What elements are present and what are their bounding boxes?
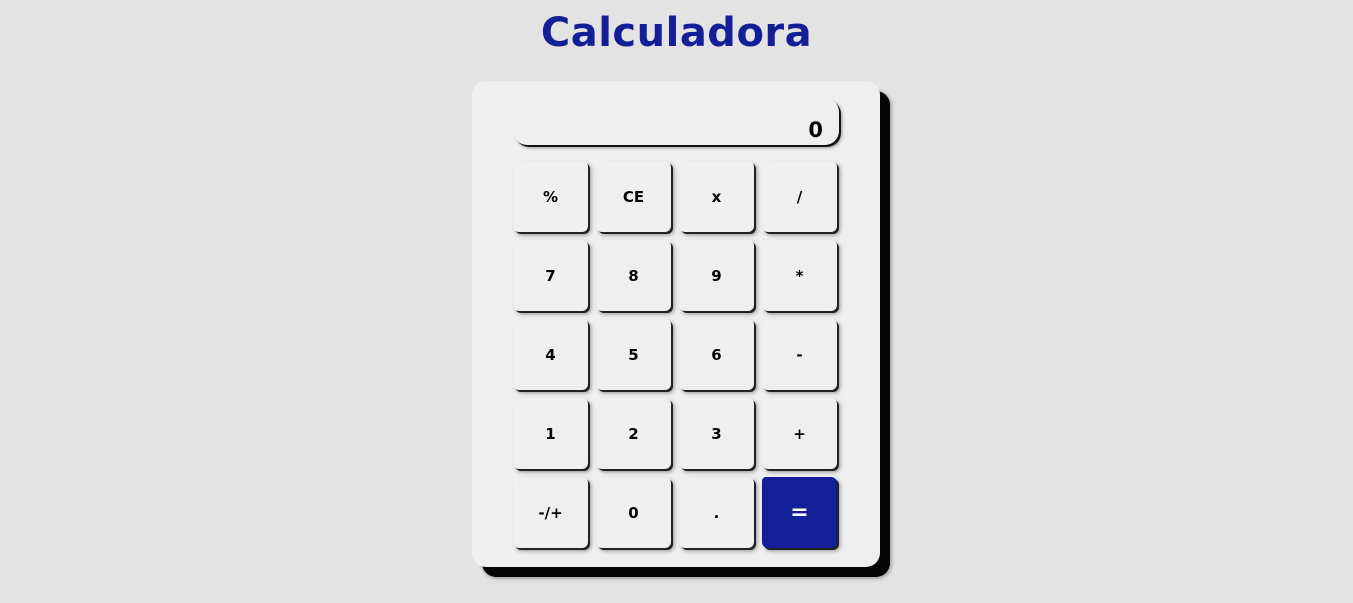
digit-4-key[interactable]: 4 xyxy=(513,319,588,390)
add-key[interactable]: + xyxy=(762,398,837,469)
digit-0-key[interactable]: 0 xyxy=(596,477,671,548)
digit-7-key[interactable]: 7 xyxy=(513,240,588,311)
digit-5-key[interactable]: 5 xyxy=(596,319,671,390)
digit-8-key[interactable]: 8 xyxy=(596,240,671,311)
percent-key[interactable]: % xyxy=(513,161,588,232)
digit-2-key[interactable]: 2 xyxy=(596,398,671,469)
clear-entry-key[interactable]: CE xyxy=(596,161,671,232)
page-title: Calculadora xyxy=(540,10,813,56)
toggle-sign-key[interactable]: -/+ xyxy=(513,477,588,548)
subtract-key[interactable]: - xyxy=(762,319,837,390)
digit-9-key[interactable]: 9 xyxy=(679,240,754,311)
digit-3-key[interactable]: 3 xyxy=(679,398,754,469)
multiply-key[interactable]: * xyxy=(762,240,837,311)
x-key[interactable]: x xyxy=(679,161,754,232)
decimal-key[interactable]: . xyxy=(679,477,754,548)
divide-key[interactable]: / xyxy=(762,161,837,232)
calculator-panel: 0 % CE x / 7 8 9 * 4 5 6 - 1 2 3 + -/+ 0… xyxy=(472,81,880,567)
equals-key[interactable]: = xyxy=(762,477,837,548)
digit-6-key[interactable]: 6 xyxy=(679,319,754,390)
keypad: % CE x / 7 8 9 * 4 5 6 - 1 2 3 + -/+ 0 .… xyxy=(513,161,839,548)
calculator-display: 0 xyxy=(513,98,839,145)
digit-1-key[interactable]: 1 xyxy=(513,398,588,469)
page: Calculadora 0 % CE x / 7 8 9 * 4 5 6 - 1… xyxy=(0,0,1353,603)
